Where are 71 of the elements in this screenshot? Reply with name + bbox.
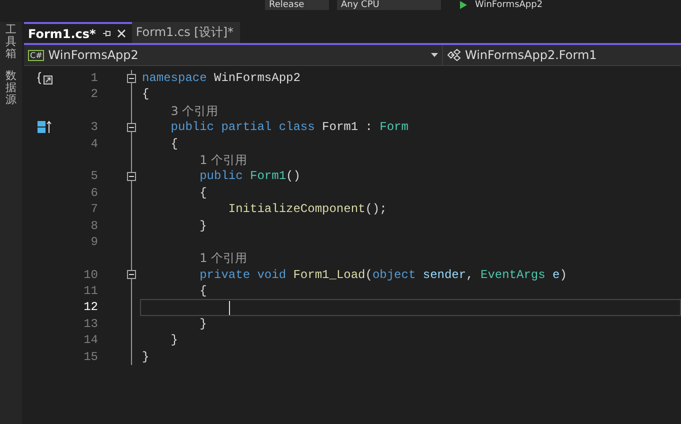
document-tab[interactable]: Form1.cs [设计]* [132, 22, 240, 43]
caret-icon [431, 53, 438, 57]
code-token: ) [560, 266, 567, 284]
line-number: 8 [90, 218, 98, 233]
line-number: 4 [90, 136, 98, 151]
code-token: } [142, 348, 150, 366]
code-token: e [552, 266, 560, 284]
code-token: InitializeComponent [228, 201, 366, 218]
start-button[interactable]: WinFormsApp2 [475, 0, 543, 10]
platform-dropdown[interactable]: Any CPU [337, 0, 441, 10]
line-number: 3 [90, 120, 98, 134]
play-icon [459, 1, 467, 9]
code-token: namespace [142, 70, 208, 86]
code-token: } [200, 218, 207, 234]
code-token: partial [221, 119, 273, 136]
code-token: class [278, 119, 316, 136]
code-token: Form1 [250, 168, 286, 185]
line-number: 12 [84, 300, 98, 314]
collapse-icon[interactable] [126, 74, 136, 83]
line-number: 2 [90, 87, 98, 102]
line-number: 9 [90, 234, 98, 249]
code-token: { [142, 86, 150, 103]
text-cursor [229, 300, 230, 315]
code-token: { [200, 283, 207, 300]
side-panel-tab[interactable]: 工具箱 [6, 24, 16, 60]
line-number: 11 [84, 284, 98, 298]
pin-icon [102, 29, 111, 38]
code-token: Form [380, 119, 408, 136]
code-token: , [466, 266, 474, 284]
line-number: 5 [90, 169, 98, 184]
code-token: WinFormsApp2 [214, 70, 300, 86]
close-icon [116, 29, 126, 38]
reference-count-link[interactable]: 1 个引用 [200, 250, 248, 267]
code-token: object [372, 266, 417, 284]
collapse-icon[interactable] [126, 122, 136, 132]
configuration-dropdown[interactable]: Release [265, 0, 329, 10]
code-token: (); [365, 201, 387, 218]
code-token: public [200, 168, 244, 185]
code-token: } [200, 316, 207, 332]
line-number: 15 [84, 350, 98, 364]
type-name: WinFormsApp2.Form1 [465, 48, 597, 62]
class-up-icon [37, 120, 53, 134]
code-token: public [170, 119, 216, 136]
code-token: } [170, 332, 178, 349]
line-number: 7 [90, 202, 98, 216]
code-token: sender [422, 266, 466, 284]
code-token: void [257, 266, 288, 284]
side-panel-tab[interactable]: 数据源 [6, 70, 16, 107]
language-icon: C# [28, 50, 44, 60]
class-icon [447, 49, 461, 61]
line-number: 13 [84, 316, 98, 331]
code-token: { [170, 136, 178, 152]
code-token: () [286, 168, 300, 185]
line-number: 1 [90, 71, 98, 85]
line-number: 6 [90, 186, 98, 200]
code-token: private [200, 266, 252, 284]
code-token: ( [365, 266, 372, 284]
code-token: Form1 : [322, 119, 374, 136]
code-token: { [200, 184, 207, 202]
project-name: WinFormsApp2 [48, 48, 138, 62]
code-token: Form1_Load [293, 266, 366, 284]
reference-count-link[interactable]: 1 个引用 [200, 152, 248, 168]
line-number: 14 [84, 333, 98, 348]
line-number: 10 [84, 268, 98, 282]
project-dropdown[interactable]: C# WinFormsApp2 [24, 45, 443, 65]
namespace-icon [36, 71, 54, 86]
reference-count-link[interactable]: 3 个引用 [170, 102, 218, 120]
collapse-icon[interactable] [126, 172, 136, 182]
code-token: EventArgs [480, 266, 546, 284]
type-dropdown[interactable]: WinFormsApp2.Form1 [443, 45, 681, 65]
collapse-icon[interactable] [126, 270, 136, 280]
